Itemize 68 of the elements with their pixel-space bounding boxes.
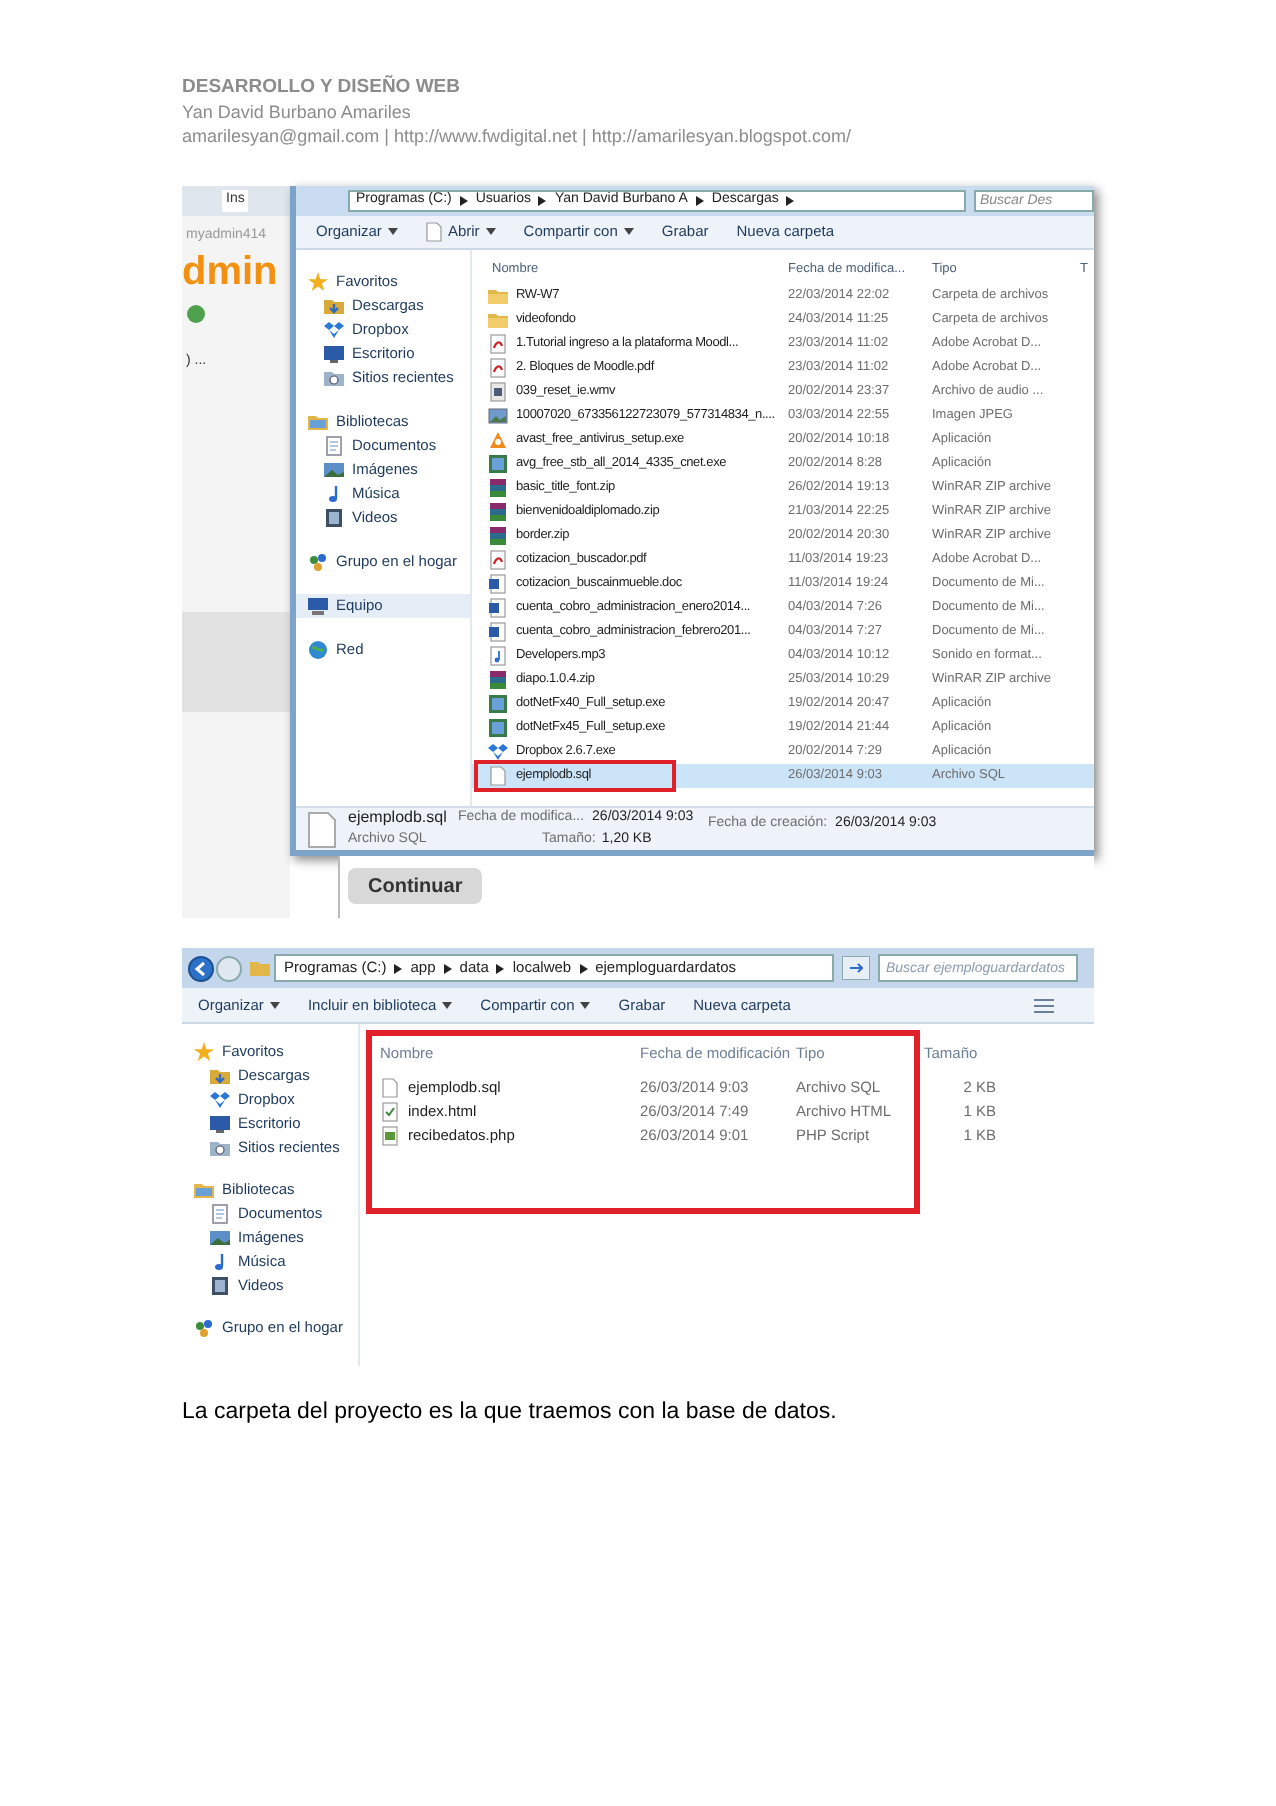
script-file-icon bbox=[380, 1126, 400, 1146]
folder-icon bbox=[488, 286, 508, 306]
star-icon bbox=[194, 1042, 214, 1062]
pdf-file-icon bbox=[488, 550, 508, 570]
view-options-icon[interactable] bbox=[1034, 997, 1054, 1013]
folder-icon bbox=[250, 958, 270, 978]
media-file-icon bbox=[488, 382, 508, 402]
archive-icon bbox=[488, 478, 508, 498]
folder-icon bbox=[324, 296, 344, 316]
archive-icon bbox=[488, 670, 508, 690]
chevron-icon bbox=[496, 963, 505, 973]
dropbox-icon bbox=[210, 1090, 230, 1110]
details-name: ejemplodb.sql bbox=[348, 806, 449, 831]
people-icon bbox=[308, 552, 328, 572]
application-icon bbox=[488, 454, 508, 474]
chevron-icon bbox=[443, 963, 452, 973]
caret-icon bbox=[580, 1001, 591, 1009]
installer-icon bbox=[488, 430, 508, 450]
caret-icon bbox=[485, 228, 496, 236]
image-icon bbox=[324, 460, 344, 480]
document-icon bbox=[324, 436, 344, 456]
film-icon bbox=[210, 1276, 230, 1296]
folder-icon bbox=[324, 368, 344, 388]
dropbox-icon bbox=[488, 742, 508, 762]
chevron-icon bbox=[695, 196, 704, 206]
file-icon bbox=[308, 811, 336, 847]
document-icon bbox=[210, 1204, 230, 1224]
chevron-icon bbox=[786, 196, 795, 206]
people-icon bbox=[194, 1318, 214, 1338]
folder-icon bbox=[210, 1066, 230, 1086]
folder-icon bbox=[210, 1138, 230, 1158]
film-icon bbox=[324, 508, 344, 528]
author-text: Yan David Burbano Amariles bbox=[182, 100, 413, 124]
checked-file-icon bbox=[380, 1102, 400, 1122]
logo-text: dmin bbox=[182, 251, 278, 291]
chevron-icon bbox=[394, 963, 403, 973]
pdf-file-icon bbox=[488, 334, 508, 354]
back-icon[interactable] bbox=[188, 955, 214, 981]
caret-icon bbox=[442, 1001, 453, 1009]
image-icon bbox=[210, 1228, 230, 1248]
audio-file-icon bbox=[488, 646, 508, 666]
image-file-icon bbox=[488, 406, 508, 426]
caret-icon bbox=[387, 228, 398, 236]
globe-icon bbox=[308, 640, 328, 660]
computer-icon bbox=[308, 596, 328, 616]
chevron-icon bbox=[579, 963, 588, 973]
star-icon bbox=[308, 272, 328, 292]
page-band bbox=[182, 612, 290, 712]
continue-button[interactable]: Continuar bbox=[348, 868, 483, 904]
caret-icon bbox=[269, 1001, 280, 1009]
blank-file-icon bbox=[488, 766, 508, 786]
blank-file-icon bbox=[380, 1078, 400, 1098]
monitor-icon bbox=[324, 344, 344, 364]
caption-text: La carpeta del proyecto es la que traemos con la base de datos. bbox=[182, 1398, 839, 1428]
chevron-icon bbox=[538, 196, 547, 206]
folder-icon bbox=[194, 1180, 214, 1200]
folder-icon bbox=[488, 310, 508, 330]
archive-icon bbox=[488, 502, 508, 522]
archive-icon bbox=[488, 526, 508, 546]
dropbox-icon bbox=[324, 320, 344, 340]
chevron-icon bbox=[459, 196, 468, 206]
contact-text: amarilesyan@gmail.com | http://www.fwdigital.net | http://amarilesyan.blogspot.com/ bbox=[182, 124, 853, 148]
document-icon bbox=[425, 222, 442, 242]
folder-icon bbox=[308, 412, 328, 432]
monitor-icon bbox=[210, 1114, 230, 1134]
caret-icon bbox=[623, 228, 634, 236]
document-title: DESARROLLO Y DISEÑO WEB bbox=[182, 76, 462, 100]
pdf-file-icon bbox=[488, 358, 508, 378]
